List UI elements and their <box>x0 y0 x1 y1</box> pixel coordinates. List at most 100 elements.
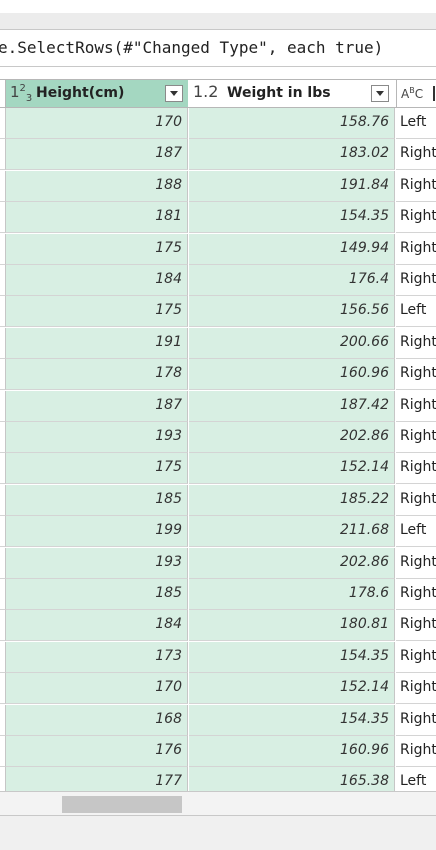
table-row[interactable]: 193 202.86 Right <box>0 422 436 453</box>
horizontal-scrollbar[interactable] <box>0 791 436 815</box>
table-row[interactable]: 184 176.4 Right <box>0 265 436 296</box>
column-filter-dropdown-icon[interactable] <box>165 85 183 102</box>
height-cell[interactable]: 184 <box>5 610 188 642</box>
height-cell[interactable]: 170 <box>5 108 188 139</box>
formula-text[interactable]: e.SelectRows(#"Changed Type", each true) <box>0 38 383 57</box>
column-filter-dropdown-icon[interactable] <box>371 85 389 102</box>
table-row[interactable]: 173 154.35 Right <box>0 641 436 673</box>
side-cell[interactable]: Right <box>396 170 436 202</box>
table-row[interactable]: 191 200.66 Right <box>0 327 436 359</box>
weight-cell[interactable]: 152.14 <box>189 673 395 705</box>
height-cell[interactable]: 168 <box>5 704 188 736</box>
side-cell[interactable]: Left <box>396 296 436 328</box>
height-cell[interactable]: 184 <box>5 265 188 296</box>
table-row[interactable]: 175 152.14 Right <box>0 453 436 485</box>
height-cell[interactable]: 193 <box>5 422 188 453</box>
weight-cell[interactable]: 202.86 <box>189 547 395 579</box>
table-row[interactable]: 177 165.38 Left <box>0 767 436 791</box>
scrollbar-thumb[interactable] <box>62 796 182 813</box>
weight-cell[interactable]: 211.68 <box>189 516 395 548</box>
height-cell[interactable]: 170 <box>5 673 188 705</box>
height-cell[interactable]: 199 <box>5 516 188 548</box>
side-cell[interactable]: Right <box>396 202 436 234</box>
height-cell[interactable]: 175 <box>5 453 188 485</box>
table-row[interactable]: 175 156.56 Left <box>0 296 436 328</box>
integer-type-icon[interactable]: 123 <box>10 83 32 104</box>
table-row[interactable]: 170 152.14 Right <box>0 673 436 705</box>
weight-cell[interactable]: 158.76 <box>189 108 395 139</box>
side-cell[interactable]: Right <box>396 390 436 422</box>
height-cell[interactable]: 181 <box>5 202 188 234</box>
table-row[interactable]: 185 178.6 Right <box>0 579 436 610</box>
weight-cell[interactable]: 154.35 <box>189 202 395 234</box>
weight-cell[interactable]: 176.4 <box>189 265 395 296</box>
height-cell[interactable]: 187 <box>5 390 188 422</box>
table-row[interactable]: 175 149.94 Right <box>0 233 436 265</box>
table-row[interactable]: 187 187.42 Right <box>0 390 436 422</box>
height-cell[interactable]: 188 <box>5 170 188 202</box>
side-cell[interactable]: Right <box>396 422 436 453</box>
side-cell[interactable]: Right <box>396 673 436 705</box>
side-cell[interactable]: Right <box>396 547 436 579</box>
height-cell[interactable]: 187 <box>5 139 188 171</box>
column-header-weight[interactable]: 1.2 Weight in lbs <box>189 80 395 107</box>
weight-cell[interactable]: 149.94 <box>189 233 395 265</box>
table-row[interactable]: 181 154.35 Right <box>0 202 436 234</box>
side-cell[interactable]: Right <box>396 233 436 265</box>
side-cell[interactable]: Left <box>396 108 436 139</box>
height-cell[interactable]: 175 <box>5 296 188 328</box>
table-row[interactable]: 187 183.02 Right <box>0 139 436 171</box>
side-cell[interactable]: Right <box>396 265 436 296</box>
table-row[interactable]: 199 211.68 Left <box>0 516 436 548</box>
side-cell[interactable]: Right <box>396 359 436 391</box>
side-cell[interactable]: Left <box>396 516 436 548</box>
weight-cell[interactable]: 187.42 <box>189 390 395 422</box>
table-row[interactable]: 185 185.22 Right <box>0 484 436 516</box>
side-cell[interactable]: Right <box>396 484 436 516</box>
side-cell[interactable]: Right <box>396 641 436 673</box>
weight-cell[interactable]: 160.96 <box>189 359 395 391</box>
side-cell[interactable]: Right <box>396 610 436 642</box>
weight-cell[interactable]: 154.35 <box>189 641 395 673</box>
text-type-icon[interactable]: ABC <box>401 86 423 101</box>
table-row[interactable]: 188 191.84 Right <box>0 170 436 202</box>
weight-cell[interactable]: 200.66 <box>189 327 395 359</box>
column-header-height[interactable]: 123 Height(cm) <box>5 80 188 107</box>
formula-bar[interactable]: e.SelectRows(#"Changed Type", each true) <box>0 29 436 67</box>
table-row[interactable]: 178 160.96 Right <box>0 359 436 391</box>
weight-cell[interactable]: 152.14 <box>189 453 395 485</box>
weight-cell[interactable]: 165.38 <box>189 767 395 791</box>
side-cell[interactable]: Right <box>396 453 436 485</box>
height-cell[interactable]: 175 <box>5 233 188 265</box>
side-cell[interactable]: Right <box>396 736 436 767</box>
height-cell[interactable]: 178 <box>5 359 188 391</box>
weight-cell[interactable]: 202.86 <box>189 422 395 453</box>
table-row[interactable]: 184 180.81 Right <box>0 610 436 642</box>
height-cell[interactable]: 185 <box>5 484 188 516</box>
weight-cell[interactable]: 185.22 <box>189 484 395 516</box>
height-cell[interactable]: 185 <box>5 579 188 610</box>
height-cell[interactable]: 191 <box>5 327 188 359</box>
weight-cell[interactable]: 178.6 <box>189 579 395 610</box>
side-cell[interactable]: Right <box>396 579 436 610</box>
decimal-type-icon[interactable]: 1.2 <box>193 82 218 101</box>
weight-cell[interactable]: 191.84 <box>189 170 395 202</box>
height-cell[interactable]: 173 <box>5 641 188 673</box>
table-row[interactable]: 176 160.96 Right <box>0 736 436 767</box>
column-header-side[interactable]: ABC <box>396 80 436 107</box>
height-cell[interactable]: 176 <box>5 736 188 767</box>
side-cell[interactable]: Left <box>396 767 436 791</box>
table-row[interactable]: 170 158.76 Left <box>0 108 436 139</box>
height-cell[interactable]: 193 <box>5 547 188 579</box>
side-cell[interactable]: Right <box>396 327 436 359</box>
weight-cell[interactable]: 156.56 <box>189 296 395 328</box>
side-cell[interactable]: Right <box>396 139 436 171</box>
table-row[interactable]: 168 154.35 Right <box>0 704 436 736</box>
weight-cell[interactable]: 160.96 <box>189 736 395 767</box>
weight-cell[interactable]: 183.02 <box>189 139 395 171</box>
table-row[interactable]: 193 202.86 Right <box>0 547 436 579</box>
side-cell[interactable]: Right <box>396 704 436 736</box>
weight-cell[interactable]: 154.35 <box>189 704 395 736</box>
weight-cell[interactable]: 180.81 <box>189 610 395 642</box>
height-cell[interactable]: 177 <box>5 767 188 791</box>
